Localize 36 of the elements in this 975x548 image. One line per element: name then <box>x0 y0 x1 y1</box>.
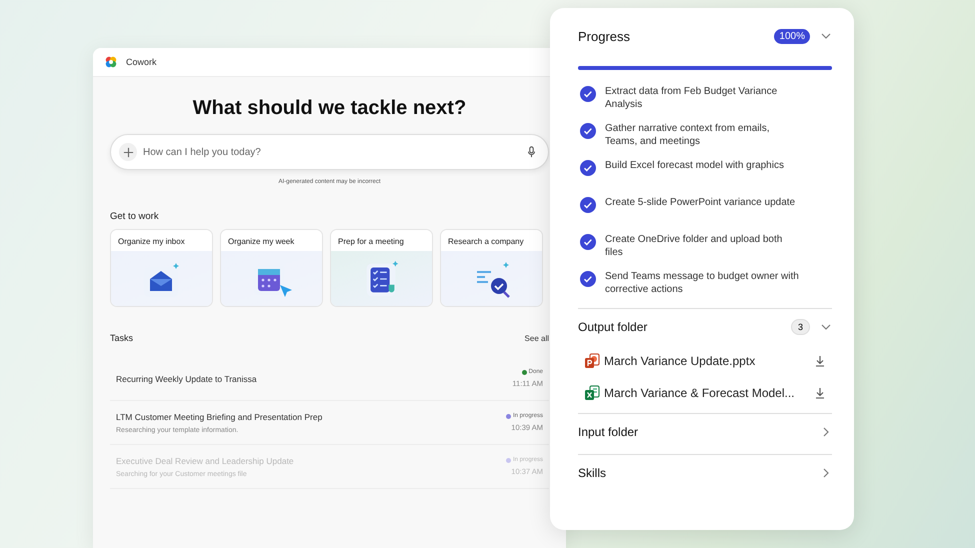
section-title: Tasks <box>110 333 134 343</box>
app-logo-icon <box>105 56 117 68</box>
task-card[interactable]: Prep for a meeting <box>330 229 433 307</box>
file-name[interactable]: March Variance & Forecast Model... <box>604 386 810 400</box>
section-title: Get to work <box>110 211 160 222</box>
step-text: Extract data from Feb Budget Variance Analysis <box>605 86 778 111</box>
task-card[interactable]: Organize my inbox <box>110 229 213 307</box>
task-card[interactable]: Research a company <box>440 229 543 307</box>
plus-icon <box>122 146 134 158</box>
step-text: Send Teams message to budget owner with corrective actions <box>605 271 800 296</box>
task-card[interactable]: Organize my week <box>220 229 323 307</box>
prompt-field[interactable]: How can I help you today? <box>110 134 549 170</box>
task-title: Recurring Weekly Update to Tranissa <box>116 374 257 384</box>
app-title: Cowork <box>126 57 157 67</box>
prompt-input[interactable]: How can I help you today? <box>141 146 527 158</box>
panel-title: Progress <box>578 28 632 44</box>
see-all-link[interactable]: See all <box>524 334 549 342</box>
folder-title: Output folder <box>578 320 648 334</box>
step-text: Build Excel forecast model with graphics <box>605 160 784 172</box>
task-title: Executive Deal Review and Leadership Update <box>116 456 294 466</box>
folder-title: Input folder <box>578 425 640 439</box>
main-heading: What should we tackle next? <box>192 97 468 120</box>
microphone-icon[interactable] <box>527 146 536 158</box>
step-text: Create OneDrive folder and upload both files <box>605 234 784 259</box>
file-name[interactable]: March Variance Update.pptx <box>604 354 810 368</box>
count-badge: 3 <box>790 319 810 335</box>
excel-file-icon <box>584 385 600 401</box>
add-button[interactable] <box>119 143 137 161</box>
step-text: Create 5-slide PowerPoint variance update <box>605 197 796 210</box>
powerpoint-file-icon <box>584 353 600 369</box>
folder-title: Skills <box>578 466 608 480</box>
download-icon[interactable] <box>814 355 826 367</box>
task-title: LTM Customer Meeting Briefing and Presentation Prep <box>116 412 322 422</box>
percent-badge: 100% <box>774 28 810 44</box>
step-text: Gather narrative context from emails, Teams, and meetings <box>605 123 771 148</box>
download-icon[interactable] <box>814 387 826 399</box>
